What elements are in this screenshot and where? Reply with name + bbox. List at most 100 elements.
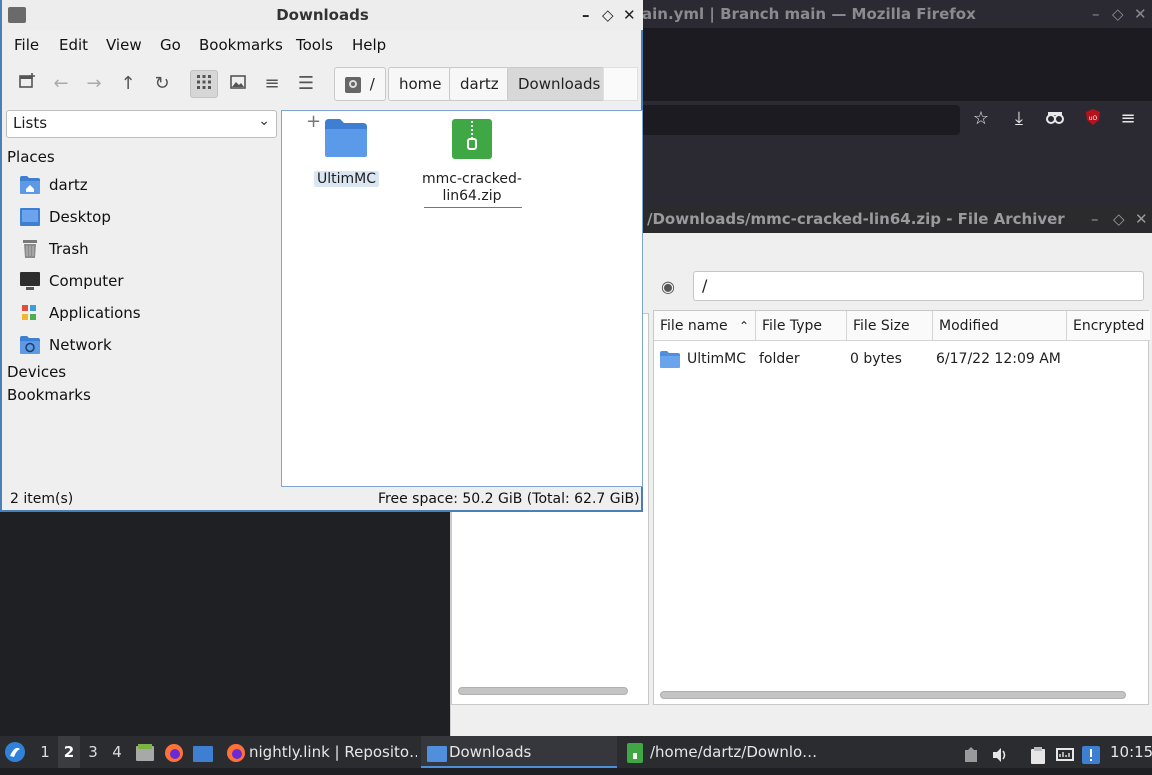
start-menu-icon[interactable]	[4, 741, 26, 763]
menu-go[interactable]: Go	[160, 30, 181, 60]
path-root-button[interactable]: /	[334, 67, 386, 101]
tray-up-arrow-icon[interactable]	[962, 743, 980, 762]
tree-hscrollbar[interactable]	[458, 687, 628, 695]
minimize-button[interactable]: –	[1092, 0, 1100, 28]
column-header-encrypted[interactable]: Encrypted	[1067, 311, 1150, 341]
bookmark-star-icon[interactable]: ☆	[970, 108, 992, 130]
workspace-1[interactable]: 1	[34, 736, 56, 768]
compact-view-icon[interactable]: ≡	[258, 70, 286, 98]
location-record-icon[interactable]: ◉	[658, 277, 678, 297]
terminal-background	[0, 511, 450, 736]
maximize-button[interactable]: ◇	[1113, 205, 1125, 233]
menu-icon[interactable]: ≡	[1117, 108, 1139, 130]
maximize-button[interactable]: ◇	[1112, 0, 1124, 28]
firefox-launcher-icon[interactable]	[164, 742, 184, 762]
column-header-file-type[interactable]: File Type	[756, 311, 847, 341]
menu-file[interactable]: File	[14, 30, 39, 60]
devices-heading[interactable]: Devices	[7, 363, 66, 381]
detailed-list-view-icon[interactable]: ☰	[292, 70, 320, 98]
column-header-modified[interactable]: Modified	[933, 311, 1067, 341]
column-header-file-name[interactable]: File name ⌃	[654, 311, 756, 341]
sidebar-mode-select[interactable]: Lists ⌄	[6, 110, 277, 138]
firefox-titlebar[interactable]: ain.yml | Branch main — Mozilla Firefox …	[642, 0, 1152, 28]
toolbar: ← → ↑ ↻ ≡ ☰ / home dartz Downloads	[2, 62, 643, 106]
archiver-file-list[interactable]: File name ⌃ File Type File Size Modified…	[653, 310, 1150, 705]
forward-arrow-icon[interactable]: →	[80, 70, 108, 98]
notification-icon[interactable]	[1082, 743, 1100, 764]
sidebar-item-computer[interactable]: Computer	[20, 268, 270, 294]
folder-icon	[660, 351, 680, 375]
extension-icon[interactable]	[1044, 108, 1066, 130]
taskbar: 1 2 3 4 nightly.link | Reposito… Downloa…	[0, 736, 1152, 768]
network-monitor-icon[interactable]	[1056, 743, 1074, 761]
sidebar-item-desktop[interactable]: Desktop	[20, 204, 270, 230]
places-heading[interactable]: Places	[7, 148, 55, 166]
close-button[interactable]: ✕	[1134, 0, 1147, 28]
menu-bar: File Edit View Go Bookmarks Tools Help	[2, 30, 643, 60]
bookmarks-heading[interactable]: Bookmarks	[7, 386, 91, 404]
firefox-icon	[226, 742, 246, 762]
file-label: mmc-cracked- lin64.zip	[422, 171, 522, 204]
new-tab-icon[interactable]	[13, 70, 41, 98]
task-firefox[interactable]: nightly.link | Reposito…	[222, 736, 417, 768]
sidebar-item-applications[interactable]: Applications	[20, 300, 270, 326]
workspace-3[interactable]: 3	[82, 736, 104, 768]
menu-tools[interactable]: Tools	[296, 30, 333, 60]
file-item-ultimmc[interactable]: UltimMC	[312, 119, 380, 199]
volume-icon[interactable]	[991, 743, 1009, 762]
folder-icon	[325, 119, 367, 161]
folder-icon	[427, 743, 447, 762]
file-icon-view[interactable]: + UltimMC mmc-cracked- lin64.zip	[281, 110, 643, 487]
firefox-tab-strip	[642, 28, 1152, 101]
close-button[interactable]: ✕	[1135, 205, 1148, 233]
close-button[interactable]: ✕	[623, 0, 636, 30]
firefox-url-bar[interactable]	[642, 105, 960, 135]
svg-text:uO: uO	[1089, 115, 1098, 122]
menu-bookmarks[interactable]: Bookmarks	[199, 30, 283, 60]
ublock-icon[interactable]: uO	[1082, 108, 1104, 130]
sidebar-item-dartz[interactable]: dartz	[20, 172, 270, 198]
maximize-button[interactable]: ◇	[602, 0, 614, 30]
cell-file-name: UltimMC	[687, 351, 747, 367]
column-header-file-size[interactable]: File Size	[847, 311, 933, 341]
firefox-content	[642, 141, 1152, 205]
minimize-button[interactable]: –	[582, 0, 590, 30]
task-label: /home/dartz/Downlo…	[650, 743, 818, 761]
reload-icon[interactable]: ↻	[148, 70, 176, 98]
cell-file-type: folder	[759, 351, 800, 367]
desktop-launcher-icon[interactable]	[193, 743, 213, 762]
archiver-location-input[interactable]: /	[693, 271, 1144, 301]
breadcrumb-dartz[interactable]: dartz	[449, 67, 510, 101]
task-file-archiver[interactable]: /home/dartz/Downlo…	[622, 736, 822, 768]
breadcrumb-home[interactable]: home	[388, 67, 453, 101]
task-downloads[interactable]: Downloads	[421, 736, 617, 768]
back-arrow-icon[interactable]: ←	[47, 70, 75, 98]
workspace-2[interactable]: 2	[58, 736, 80, 768]
window-menu-icon[interactable]	[8, 7, 26, 23]
status-free-space: Free space: 50.2 GiB (Total: 62.7 GiB)	[378, 491, 640, 507]
sidebar-item-network[interactable]: Network	[20, 332, 270, 358]
download-icon[interactable]: ⤓	[1008, 108, 1030, 130]
minimize-button[interactable]: –	[1091, 205, 1099, 233]
up-arrow-icon[interactable]: ↑	[114, 70, 142, 98]
list-hscrollbar[interactable]	[660, 691, 1126, 699]
sidebar-item-trash[interactable]: Trash	[20, 236, 270, 262]
archive-icon	[627, 742, 643, 763]
clipboard-icon[interactable]	[1029, 743, 1047, 764]
menu-view[interactable]: View	[106, 30, 142, 60]
file-manager-launcher-icon[interactable]	[135, 742, 155, 762]
firefox-title: ain.yml | Branch main — Mozilla Firefox	[642, 5, 976, 23]
status-bar: 2 item(s) Free space: 50.2 GiB (Total: 6…	[2, 487, 643, 512]
task-label: nightly.link | Reposito…	[249, 743, 417, 761]
breadcrumb-downloads[interactable]: Downloads	[507, 67, 612, 101]
menu-help[interactable]: Help	[352, 30, 386, 60]
file-label: UltimMC	[314, 171, 380, 187]
home-folder-icon	[20, 176, 40, 194]
workspace-4[interactable]: 4	[106, 736, 128, 768]
menu-edit[interactable]: Edit	[59, 30, 88, 60]
clock[interactable]: 10:15	[1110, 736, 1152, 768]
file-item-zip[interactable]: mmc-cracked- lin64.zip	[422, 119, 522, 208]
thumbnail-view-icon[interactable]	[224, 70, 252, 98]
icon-view-grid-icon[interactable]	[190, 70, 218, 98]
downloads-titlebar[interactable]: Downloads – ◇ ✕	[2, 0, 643, 30]
